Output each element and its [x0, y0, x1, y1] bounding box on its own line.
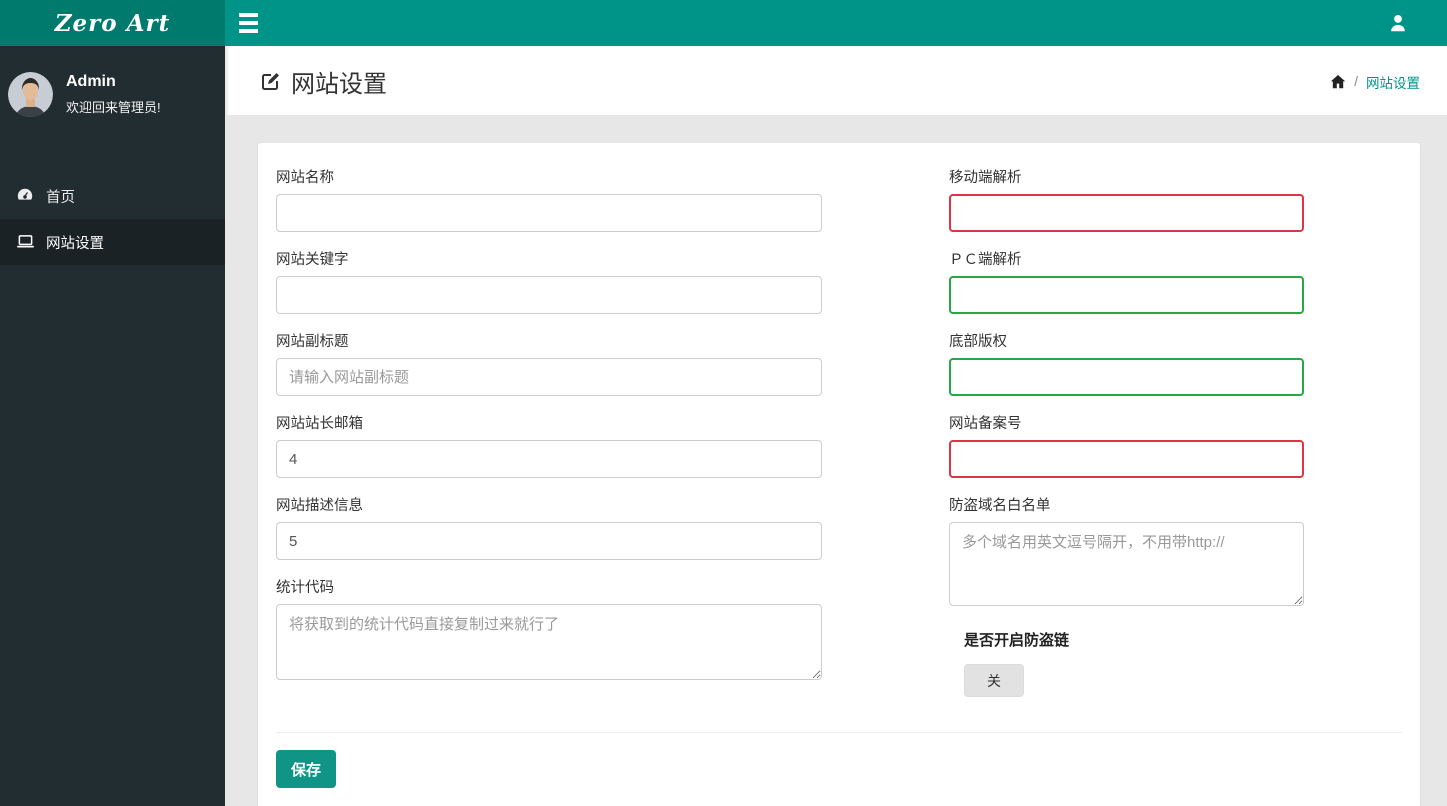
icp-number-field-label: 网站备案号: [949, 416, 1022, 432]
breadcrumb-separator: /: [1354, 74, 1358, 89]
mobile-parse-field-label: 移动端解析: [949, 170, 1022, 186]
save-button[interactable]: 保存: [276, 750, 337, 788]
user-welcome: 欢迎回来管理员!: [66, 100, 161, 115]
divider: [276, 732, 1402, 733]
pc-parse-field-group: ＰＣ端解析: [949, 248, 1304, 314]
footer-copyright-field[interactable]: [949, 358, 1304, 396]
sidebar-item-site-settings[interactable]: 网站设置: [0, 219, 225, 265]
mobile-parse-field-group: 移动端解析: [949, 166, 1304, 232]
breadcrumb-current[interactable]: 网站设置: [1366, 72, 1420, 92]
icp-number-field[interactable]: [949, 440, 1304, 478]
site-name-field-group: 网站名称: [276, 166, 822, 232]
main-area: 网站设置 / 网站设置 网站名称网站关键字网站副标题网站站长邮箱网站描述信息统计…: [225, 46, 1447, 806]
content: 网站名称网站关键字网站副标题网站站长邮箱网站描述信息统计代码 移动端解析 ＰＣ端解…: [225, 115, 1447, 806]
site-name-field-label: 网站名称: [276, 170, 334, 186]
content-header: 网站设置 / 网站设置: [225, 46, 1447, 115]
dashboard-icon: [15, 187, 35, 205]
home-icon[interactable]: [1330, 74, 1346, 89]
sidebar-menu: 首页 网站设置: [0, 173, 225, 265]
navbar: [225, 0, 1447, 46]
webmaster-email-field-label: 网站站长邮箱: [276, 416, 363, 432]
site-subtitle-field-group: 网站副标题: [276, 330, 822, 396]
pc-parse-field[interactable]: [949, 276, 1304, 314]
webmaster-email-field-group: 网站站长邮箱: [276, 412, 822, 478]
hotlink-toggle-label: 是否开启防盗链: [964, 632, 1070, 649]
statistics-code-field-group: 统计代码: [276, 576, 822, 685]
hotlink-toggle-block: 是否开启防盗链 关: [964, 629, 1304, 697]
hotlink-whitelist-field-label: 防盗域名白名单: [949, 498, 1051, 514]
sidebar-user-panel: Admin 欢迎回来管理员!: [0, 46, 225, 139]
laptop-icon: [15, 233, 35, 251]
site-subtitle-field[interactable]: [276, 358, 822, 396]
sidebar-item-label: 网站设置: [46, 235, 104, 252]
settings-card: 网站名称网站关键字网站副标题网站站长邮箱网站描述信息统计代码 移动端解析 ＰＣ端解…: [258, 143, 1420, 806]
hotlink-whitelist-field[interactable]: [949, 522, 1304, 606]
site-subtitle-field-label: 网站副标题: [276, 334, 349, 350]
hotlink-toggle-button[interactable]: 关: [964, 664, 1024, 697]
sidebar: Admin 欢迎回来管理员! 首页 网站设置: [0, 46, 225, 806]
app-logo-text: Zero Art: [54, 9, 171, 37]
hamburger-icon[interactable]: [239, 13, 265, 33]
site-name-field[interactable]: [276, 194, 822, 232]
hotlink-whitelist-field-group: 防盗域名白名单: [949, 494, 1304, 611]
site-keywords-field-label: 网站关键字: [276, 252, 349, 268]
sidebar-item-label: 首页: [46, 189, 75, 206]
statistics-code-field[interactable]: [276, 604, 822, 680]
user-name: Admin: [66, 73, 116, 90]
site-description-field-group: 网站描述信息: [276, 494, 822, 560]
icp-number-field-group: 网站备案号: [949, 412, 1304, 478]
pc-parse-field-label: ＰＣ端解析: [949, 252, 1022, 268]
footer-copyright-field-label: 底部版权: [949, 334, 1007, 350]
page-title-text: 网站设置: [291, 71, 387, 98]
footer-copyright-field-group: 底部版权: [949, 330, 1304, 396]
webmaster-email-field[interactable]: [276, 440, 822, 478]
avatar: [8, 72, 53, 117]
form-column-right: 移动端解析 ＰＣ端解析底部版权网站备案号防盗域名白名单 是否开启防盗链 关: [949, 166, 1304, 701]
site-keywords-field-group: 网站关键字: [276, 248, 822, 314]
site-description-field-label: 网站描述信息: [276, 498, 363, 514]
user-icon[interactable]: [1385, 10, 1411, 36]
sidebar-item-home[interactable]: 首页: [0, 173, 225, 219]
app-logo[interactable]: Zero Art: [0, 0, 225, 46]
statistics-code-field-label: 统计代码: [276, 580, 334, 596]
page-title: 网站设置: [258, 64, 387, 99]
top-bar: Zero Art: [0, 0, 1447, 46]
form-column-left: 网站名称网站关键字网站副标题网站站长邮箱网站描述信息统计代码: [276, 166, 822, 701]
site-description-field[interactable]: [276, 522, 822, 560]
breadcrumb: / 网站设置: [1330, 72, 1420, 92]
edit-icon: [258, 70, 282, 94]
mobile-parse-field[interactable]: [949, 194, 1304, 232]
site-keywords-field[interactable]: [276, 276, 822, 314]
